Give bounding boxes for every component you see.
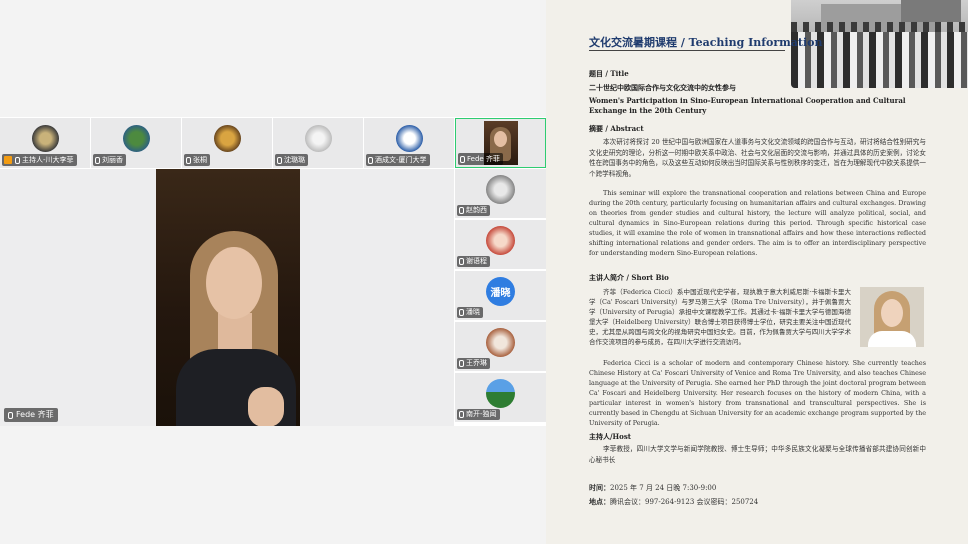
avatar xyxy=(305,125,332,152)
participant-tile[interactable]: 潘晓 潘晓 xyxy=(455,271,546,321)
avatar xyxy=(214,125,241,152)
host-badge-icon xyxy=(4,156,12,164)
participant-name: 酒成文-厦门大学 xyxy=(375,156,427,164)
title-english: Women's Participation in Sino-European I… xyxy=(589,96,906,115)
time-value: 2025 年 7 月 24 日晚 7:30-9:00 xyxy=(610,484,717,492)
mic-icon xyxy=(459,207,464,214)
abstract-chinese: 本次研讨将探讨 20 世纪中国与欧洲国家在人道事务与文化交流领域的跨国合作与互动… xyxy=(589,138,926,178)
bio-english: Federica Cicci is a scholar of modern an… xyxy=(589,359,926,427)
main-speaker-name: Fede 齐菲 xyxy=(16,410,54,419)
participant-label: 王乔琳 xyxy=(457,358,490,369)
participant-tile[interactable]: 主持人-川大李菲 xyxy=(0,118,91,168)
mic-icon xyxy=(186,156,191,164)
avatar xyxy=(32,125,59,152)
bio-label: 主讲人简介 / Short Bio xyxy=(589,273,669,282)
avatar: 潘晓 xyxy=(486,277,515,306)
mic-icon xyxy=(459,258,464,265)
participant-name: 张桐 xyxy=(193,156,207,164)
participant-strip: 主持人-川大李菲 刘丽香 张桐 沈璐璐 酒成文-厦门大学 Fede 齐菲 xyxy=(0,118,546,168)
participant-name: 刘丽香 xyxy=(102,156,123,164)
main-speaker-label: Fede 齐菲 xyxy=(4,408,58,422)
participant-label: 张桐 xyxy=(184,154,210,166)
avatar xyxy=(123,125,150,152)
participant-label: 主持人-川大李菲 xyxy=(2,154,77,166)
participant-name: 潘晓 xyxy=(466,308,480,316)
participant-tile[interactable]: 谢语程 xyxy=(455,220,546,270)
participant-name: 谢语程 xyxy=(466,257,487,265)
main-video-area[interactable]: Fede 齐菲 xyxy=(0,169,454,426)
blank-area-bottom xyxy=(0,426,546,544)
host-label: 主持人/Host xyxy=(589,432,632,441)
host-description: 李菲教授，四川大学文学与新闻学院教授、博士生导师；中华多民族文化凝聚与全球传播省… xyxy=(589,445,926,464)
abstract-english: This seminar will explore the transnatio… xyxy=(589,189,926,257)
mic-icon xyxy=(459,411,464,418)
mic-icon xyxy=(277,156,282,164)
participant-label: 酒成文-厦门大学 xyxy=(366,154,430,166)
participant-tile[interactable]: 南开-独闻 xyxy=(455,373,546,423)
title-label: 题目 / Title xyxy=(589,69,629,78)
mic-icon xyxy=(459,309,464,316)
participant-tile[interactable]: 张桐 xyxy=(182,118,273,168)
participant-name: 赵韵西 xyxy=(466,206,487,214)
participant-tile[interactable]: 酒成文-厦门大学 xyxy=(364,118,455,168)
time-line: 时间：2025 年 7 月 24 日晚 7:30-9:00 xyxy=(589,483,926,494)
mic-icon xyxy=(459,360,464,367)
speaker-portrait xyxy=(860,287,924,347)
participant-label: 沈璐璐 xyxy=(275,154,308,166)
place-value: 腾讯会议：997-264-9123 会议密码：250724 xyxy=(610,498,759,506)
participant-name: 沈璐璐 xyxy=(284,156,305,164)
heading-underline xyxy=(589,50,785,51)
mic-icon xyxy=(8,411,13,419)
poster-heading: 文化交流暑期课程 / Teaching Information xyxy=(589,36,823,49)
participant-name: 南开-独闻 xyxy=(466,410,497,418)
speaker-video-feed xyxy=(156,169,300,426)
mic-icon xyxy=(95,156,100,164)
participant-tile[interactable]: 刘丽香 xyxy=(91,118,182,168)
participant-tile[interactable]: 王乔琳 xyxy=(455,322,546,372)
blank-area-top xyxy=(0,0,546,117)
avatar xyxy=(396,125,423,152)
mic-icon xyxy=(368,156,373,164)
participant-tile[interactable]: 沈璐璐 xyxy=(273,118,364,168)
participant-label: Fede 齐菲 xyxy=(458,153,503,165)
participant-sidebar: 赵韵西 谢语程 潘晓 潘晓 王乔琳 南开-独闻 xyxy=(455,169,546,426)
participant-label: 刘丽香 xyxy=(93,154,126,166)
participant-label: 谢语程 xyxy=(457,256,490,267)
avatar xyxy=(486,175,515,204)
participant-label: 南开-独闻 xyxy=(457,409,500,420)
meeting-panel: 主持人-川大李菲 刘丽香 张桐 沈璐璐 酒成文-厦门大学 Fede 齐菲 Fed… xyxy=(0,0,546,544)
time-label: 时间： xyxy=(589,483,610,492)
shared-poster: 文化交流暑期课程 / Teaching Information 题目 / Tit… xyxy=(546,0,968,544)
participant-label: 赵韵西 xyxy=(457,205,490,216)
participant-label: 潘晓 xyxy=(457,307,483,318)
title-chinese: 二十世纪中欧国际合作与文化交流中的女性参与 xyxy=(589,83,736,92)
abstract-label: 摘要 / Abstract xyxy=(589,124,644,133)
avatar-initials: 潘晓 xyxy=(486,277,515,306)
place-label: 地点： xyxy=(589,497,610,506)
mic-icon xyxy=(460,155,465,163)
avatar xyxy=(486,226,515,255)
participant-tile-active-speaker[interactable]: Fede 齐菲 xyxy=(455,118,546,168)
participant-name: 王乔琳 xyxy=(466,359,487,367)
avatar xyxy=(486,379,515,408)
participant-name: Fede 齐菲 xyxy=(467,155,500,163)
place-line: 地点：腾讯会议：997-264-9123 会议密码：250724 xyxy=(589,497,926,508)
participant-name: 主持人-川大李菲 xyxy=(22,156,74,164)
screen: 主持人-川大李菲 刘丽香 张桐 沈璐璐 酒成文-厦门大学 Fede 齐菲 Fed… xyxy=(0,0,968,544)
mic-icon xyxy=(15,156,20,164)
bio-chinese: 齐菲（Federica Cicci）系中国近现代史学者，现执教于意大利威尼斯·卡… xyxy=(589,288,851,346)
participant-tile[interactable]: 赵韵西 xyxy=(455,169,546,219)
avatar xyxy=(486,328,515,357)
